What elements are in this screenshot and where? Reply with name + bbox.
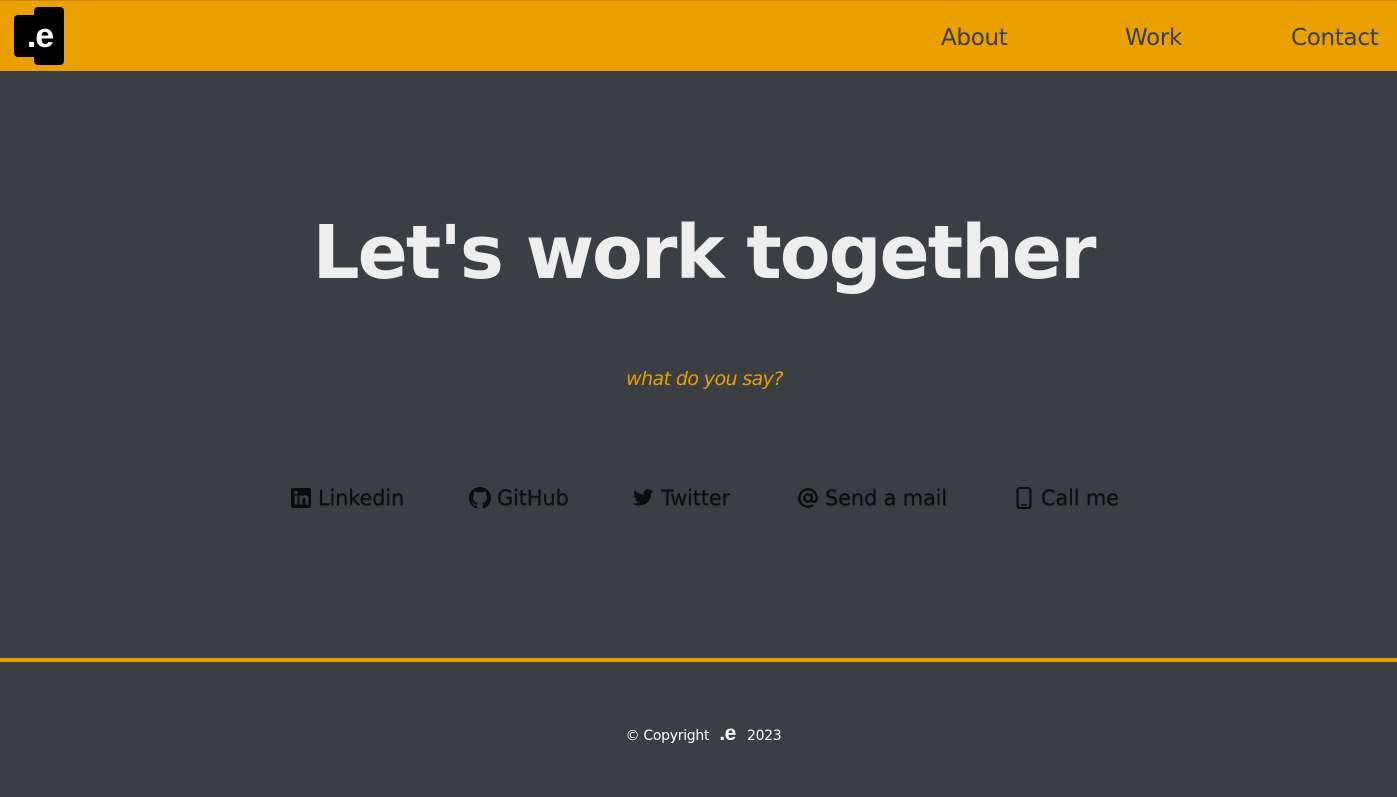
- twitter-link[interactable]: Twitter: [633, 483, 730, 513]
- call-me-link[interactable]: Call me: [1013, 483, 1119, 513]
- linkedin-icon: [290, 487, 312, 509]
- nav-link-contact[interactable]: Contact: [1291, 23, 1379, 53]
- github-link[interactable]: GitHub: [469, 483, 569, 513]
- hero-tagline: what do you say?: [626, 368, 783, 390]
- hero-title: Let's work together: [312, 210, 1097, 296]
- linkedin-link[interactable]: Linkedin: [290, 483, 404, 513]
- nav-link-about[interactable]: About: [941, 23, 1008, 53]
- footer-brand: .e: [719, 722, 736, 745]
- nav-link-work[interactable]: Work: [1125, 23, 1182, 53]
- twitter-label: Twitter: [661, 486, 730, 510]
- at-sign-icon: [797, 487, 819, 509]
- send-mail-link[interactable]: Send a mail: [797, 483, 947, 513]
- send-mail-label: Send a mail: [825, 486, 947, 510]
- footer-divider: [0, 658, 1397, 662]
- logo-text: .e: [26, 17, 54, 55]
- top-navigation-bar: .e About Work Contact: [0, 0, 1397, 71]
- site-logo[interactable]: .e: [14, 7, 64, 65]
- call-me-label: Call me: [1041, 486, 1119, 510]
- linkedin-label: Linkedin: [318, 486, 405, 510]
- footer: © Copyright .e 2023: [5, 720, 1397, 750]
- copyright-text: © Copyright: [625, 728, 710, 744]
- twitter-icon: [633, 487, 655, 509]
- phone-icon: [1013, 487, 1035, 509]
- github-icon: [469, 487, 491, 509]
- github-label: GitHub: [497, 486, 569, 510]
- copyright-year: 2023: [746, 728, 782, 744]
